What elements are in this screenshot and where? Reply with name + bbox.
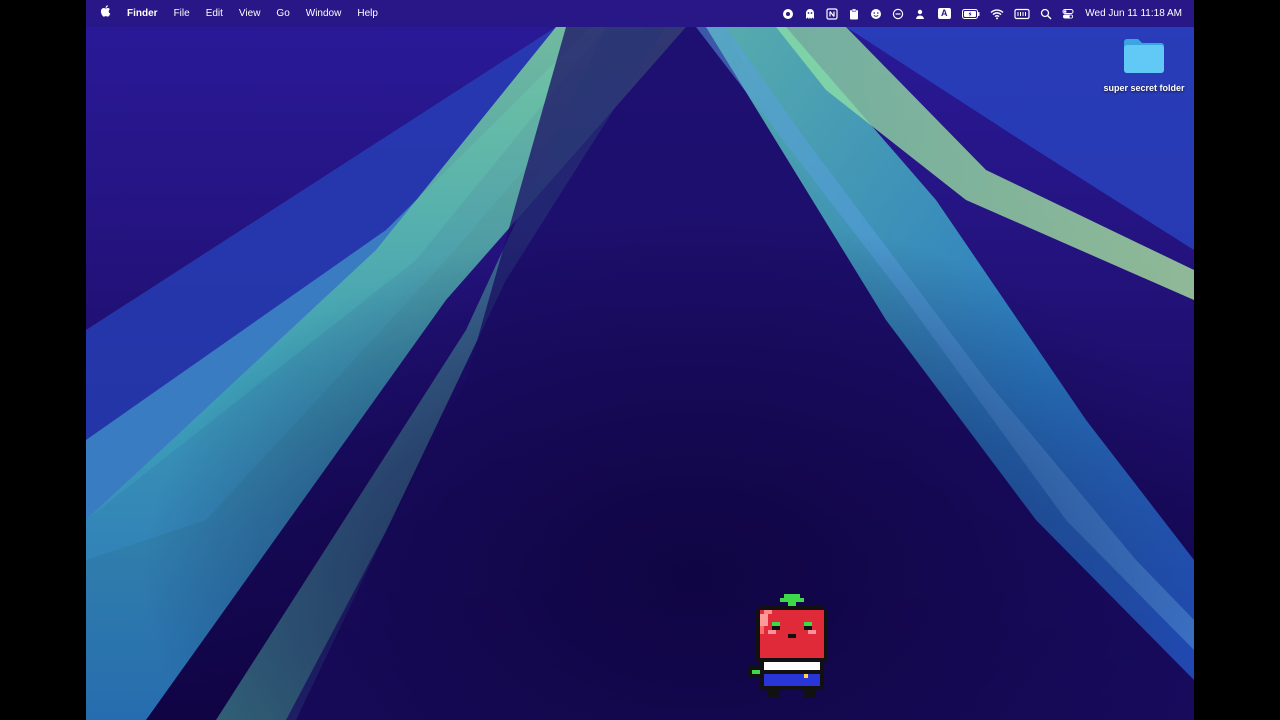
display-icon[interactable] [1014,8,1030,20]
folder-label: super secret folder [1103,83,1185,93]
menu-file[interactable]: File [166,0,198,27]
battery-icon[interactable] [962,8,980,20]
notion-icon[interactable] [826,7,838,20]
wifi-icon[interactable] [990,8,1004,20]
desktop-screen: Finder File Edit View Go Window Help A W… [86,0,1194,720]
record-icon[interactable] [782,8,794,20]
keyboard-input-icon[interactable]: A [936,8,952,20]
search-icon[interactable] [1040,8,1052,20]
emoji-icon[interactable] [870,8,882,20]
menu-edit[interactable]: Edit [198,0,231,27]
desktop-folder[interactable]: super secret folder [1096,36,1192,93]
person-icon[interactable] [914,8,926,20]
input-source-label: A [938,8,951,19]
menu-help[interactable]: Help [349,0,386,27]
menu-app-finder[interactable]: Finder [119,0,166,27]
menu-clock[interactable]: Wed Jun 11 11:18 AM [1085,8,1182,19]
control-center-icon[interactable] [1062,8,1074,20]
menu-go[interactable]: Go [268,0,297,27]
menu-window[interactable]: Window [298,0,350,27]
menu-bar: Finder File Edit View Go Window Help A W… [86,0,1194,27]
menu-view[interactable]: View [231,0,269,27]
circle-dash-icon[interactable] [892,8,904,20]
clipboard-icon[interactable] [848,8,860,20]
folder-icon [1124,39,1164,73]
tomato-mascot-icon[interactable] [748,594,836,706]
wallpaper [86,0,1194,720]
apple-icon[interactable] [100,0,119,27]
ghost-icon[interactable] [804,8,816,20]
